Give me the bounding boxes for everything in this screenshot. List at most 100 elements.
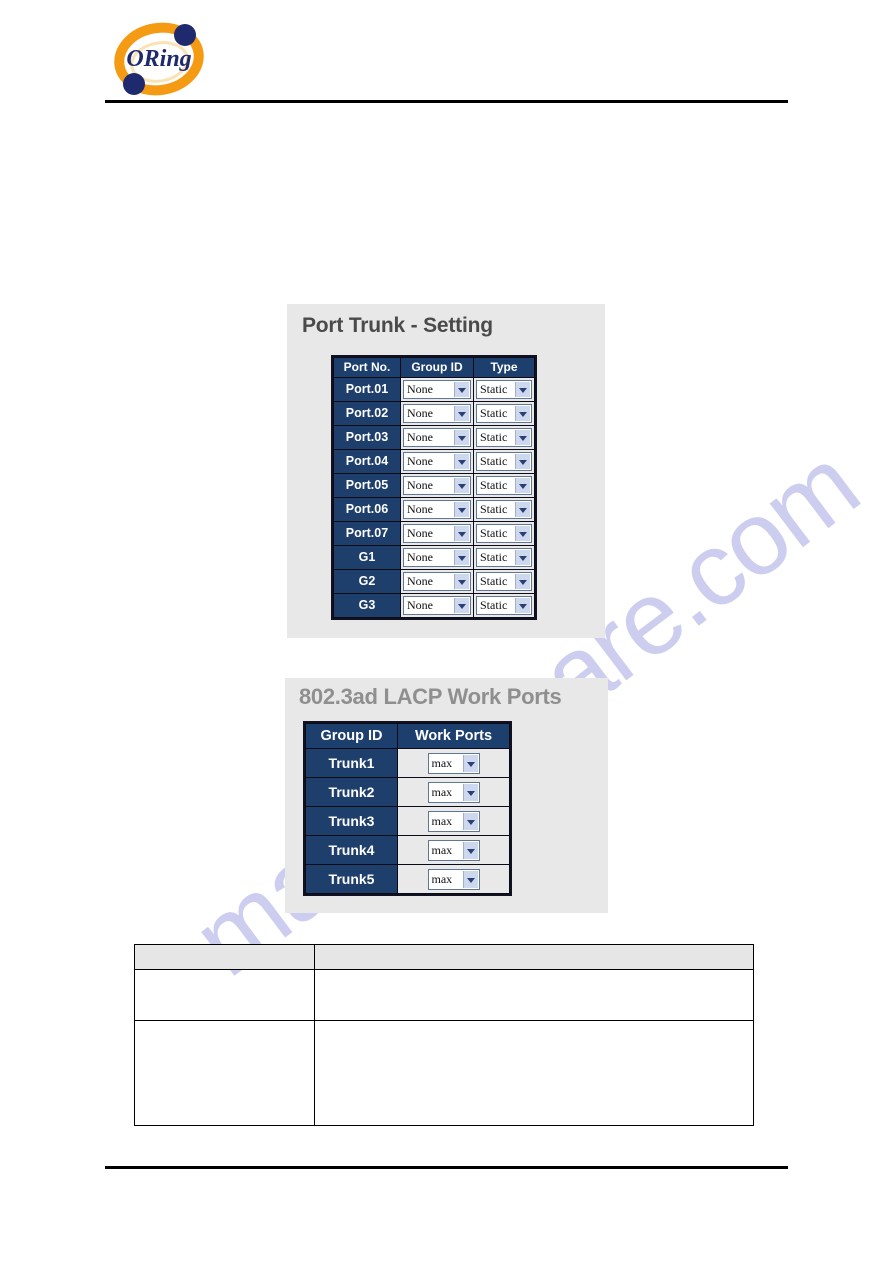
type-select[interactable]: Static — [476, 476, 532, 495]
chevron-down-icon[interactable] — [454, 526, 469, 541]
work-ports-select[interactable]: max — [427, 839, 480, 861]
group-id-cell: None — [401, 378, 473, 401]
work-ports-select[interactable]: max — [427, 868, 480, 890]
chevron-down-icon[interactable] — [462, 870, 478, 888]
type-cell: Static — [474, 378, 534, 401]
chevron-down-icon[interactable] — [454, 502, 469, 517]
chevron-down-icon[interactable] — [462, 783, 478, 801]
chevron-down-icon[interactable] — [454, 598, 469, 613]
chevron-down-icon[interactable] — [515, 526, 530, 541]
lacp-title: 802.3ad LACP Work Ports — [299, 684, 562, 709]
group-id-select[interactable]: None — [403, 572, 471, 591]
group-id-select[interactable]: None — [403, 548, 471, 567]
group-id-cell: None — [401, 522, 473, 545]
description-text-cell — [314, 1020, 754, 1126]
table-row: Trunk2 max — [306, 778, 509, 806]
table-row: Port.03 None Static — [334, 426, 534, 449]
description-text — [315, 992, 753, 998]
group-id-cell: None — [401, 474, 473, 497]
oring-logo: ORing — [113, 18, 205, 100]
group-id-select[interactable]: None — [403, 404, 471, 423]
chevron-down-icon[interactable] — [515, 550, 530, 565]
port-label: Port.05 — [334, 474, 400, 497]
group-id-select[interactable]: None — [403, 596, 471, 615]
group-id-select[interactable]: None — [403, 380, 471, 399]
chevron-down-icon[interactable] — [454, 574, 469, 589]
chevron-down-icon[interactable] — [462, 841, 478, 859]
description-header-desc — [315, 954, 753, 960]
type-cell: Static — [474, 474, 534, 497]
chevron-down-icon[interactable] — [454, 478, 469, 493]
chevron-down-icon[interactable] — [515, 574, 530, 589]
chevron-down-icon[interactable] — [515, 454, 530, 469]
type-select[interactable]: Static — [476, 380, 532, 399]
table-row: Port.05 None Static — [334, 474, 534, 497]
description-label-cell — [133, 1020, 316, 1126]
page-header: ORing — [0, 0, 893, 112]
description-header-label-cell — [133, 944, 316, 970]
table-row: G3 None Static — [334, 594, 534, 617]
header-divider-rule — [105, 100, 788, 103]
trunk-label: Trunk2 — [306, 778, 397, 806]
description-table-row — [133, 969, 754, 1021]
type-select[interactable]: Static — [476, 548, 532, 567]
chevron-down-icon[interactable] — [454, 550, 469, 565]
port-label: G1 — [334, 546, 400, 569]
chevron-down-icon[interactable] — [454, 382, 469, 397]
description-text-cell — [314, 969, 754, 1021]
type-select[interactable]: Static — [476, 404, 532, 423]
column-header-port-no: Port No. — [334, 358, 400, 377]
port-label: Port.02 — [334, 402, 400, 425]
work-ports-select[interactable]: max — [427, 781, 480, 803]
type-select[interactable]: Static — [476, 428, 532, 447]
work-ports-select[interactable]: max — [427, 810, 480, 832]
table-row: Port.01 None Static — [334, 378, 534, 401]
description-text — [315, 1070, 753, 1076]
type-select[interactable]: Static — [476, 500, 532, 519]
group-id-select[interactable]: None — [403, 428, 471, 447]
chevron-down-icon[interactable] — [515, 502, 530, 517]
description-table-header-row — [133, 944, 754, 970]
group-id-select[interactable]: None — [403, 476, 471, 495]
trunk-label: Trunk5 — [306, 865, 397, 893]
type-cell: Static — [474, 546, 534, 569]
chevron-down-icon[interactable] — [515, 382, 530, 397]
chevron-down-icon[interactable] — [454, 454, 469, 469]
group-id-select[interactable]: None — [403, 524, 471, 543]
port-trunk-title: Port Trunk - Setting — [302, 314, 493, 337]
chevron-down-icon[interactable] — [462, 754, 478, 772]
table-row: Port.06 None Static — [334, 498, 534, 521]
footer-divider-rule — [105, 1166, 788, 1169]
table-row: Trunk5 max — [306, 865, 509, 893]
type-select[interactable]: Static — [476, 452, 532, 471]
group-id-select[interactable]: None — [403, 500, 471, 519]
table-row: Port.07 None Static — [334, 522, 534, 545]
chevron-down-icon[interactable] — [462, 812, 478, 830]
group-id-select[interactable]: None — [403, 452, 471, 471]
port-trunk-table: Port No. Group ID Type Port.01 None Stat… — [331, 355, 537, 620]
type-select[interactable]: Static — [476, 524, 532, 543]
chevron-down-icon[interactable] — [515, 478, 530, 493]
port-label: Port.01 — [334, 378, 400, 401]
type-select[interactable]: Static — [476, 596, 532, 615]
chevron-down-icon[interactable] — [515, 598, 530, 613]
work-ports-cell: max — [398, 836, 509, 864]
port-label: Port.03 — [334, 426, 400, 449]
type-cell: Static — [474, 426, 534, 449]
chevron-down-icon[interactable] — [515, 430, 530, 445]
chevron-down-icon[interactable] — [454, 406, 469, 421]
table-row: Trunk3 max — [306, 807, 509, 835]
description-label-cell — [133, 969, 316, 1021]
description-label — [135, 992, 314, 998]
chevron-down-icon[interactable] — [515, 406, 530, 421]
port-label: G3 — [334, 594, 400, 617]
port-label: G2 — [334, 570, 400, 593]
logo-wordmark: ORing — [126, 46, 191, 72]
table-row: G1 None Static — [334, 546, 534, 569]
type-select[interactable]: Static — [476, 572, 532, 591]
type-cell: Static — [474, 402, 534, 425]
chevron-down-icon[interactable] — [454, 430, 469, 445]
port-label: Port.04 — [334, 450, 400, 473]
type-cell: Static — [474, 594, 534, 617]
work-ports-select[interactable]: max — [427, 752, 480, 774]
